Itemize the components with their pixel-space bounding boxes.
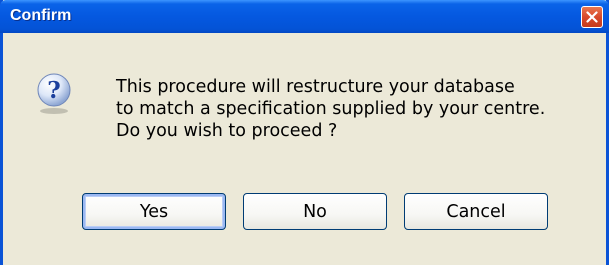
yes-button[interactable]: Yes <box>82 193 226 230</box>
dialog-title: Confirm <box>10 7 72 24</box>
no-button[interactable]: No <box>243 193 387 230</box>
confirm-dialog: Confirm ? This procedure will restructur… <box>0 0 609 265</box>
close-button[interactable] <box>581 6 603 28</box>
close-icon <box>586 11 598 23</box>
message-line: Do you wish to proceed ? <box>116 121 338 141</box>
message-line: This procedure will restructure your dat… <box>116 77 515 97</box>
message-text: This procedure will restructure your dat… <box>116 76 545 142</box>
svg-text:?: ? <box>47 77 60 104</box>
cancel-button[interactable]: Cancel <box>404 193 548 230</box>
dialog-body: ? This procedure will restructure your d… <box>3 33 606 265</box>
title-bar[interactable]: Confirm <box>0 0 609 33</box>
message-line: to match a specification supplied by you… <box>116 99 546 119</box>
question-icon: ? <box>37 73 71 114</box>
